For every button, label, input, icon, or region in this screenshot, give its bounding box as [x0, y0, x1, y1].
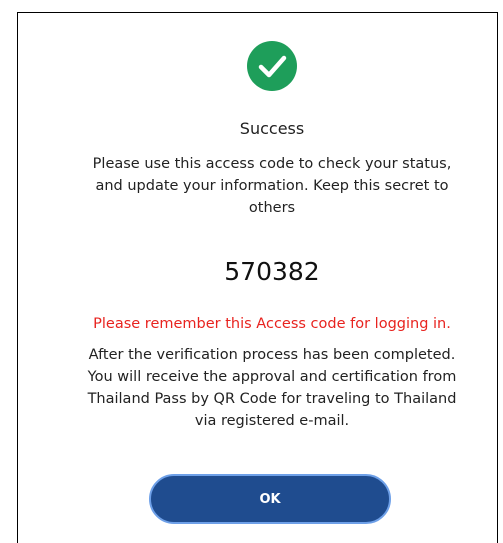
instruction-line: Please use this access code to check you…	[92, 156, 452, 172]
warning-text: Please remember this Access code for log…	[93, 316, 451, 332]
check-circle-icon	[247, 41, 297, 91]
instruction-line: others	[248, 200, 296, 216]
info-line: You will receive the approval and certif…	[87, 369, 457, 385]
instruction-line: and update your information. Keep this s…	[95, 178, 449, 194]
access-code: 570382	[224, 257, 320, 286]
info-text: After the verification process has been …	[50, 344, 494, 432]
info-line: After the verification process has been …	[88, 347, 456, 363]
ok-button[interactable]: OK	[149, 474, 391, 524]
dialog-title: Success	[239, 119, 305, 138]
info-line: via registered e-mail.	[194, 413, 350, 429]
info-line: Thailand Pass by QR Code for traveling t…	[87, 391, 457, 407]
instruction-text: Please use this access code to check you…	[50, 153, 494, 219]
